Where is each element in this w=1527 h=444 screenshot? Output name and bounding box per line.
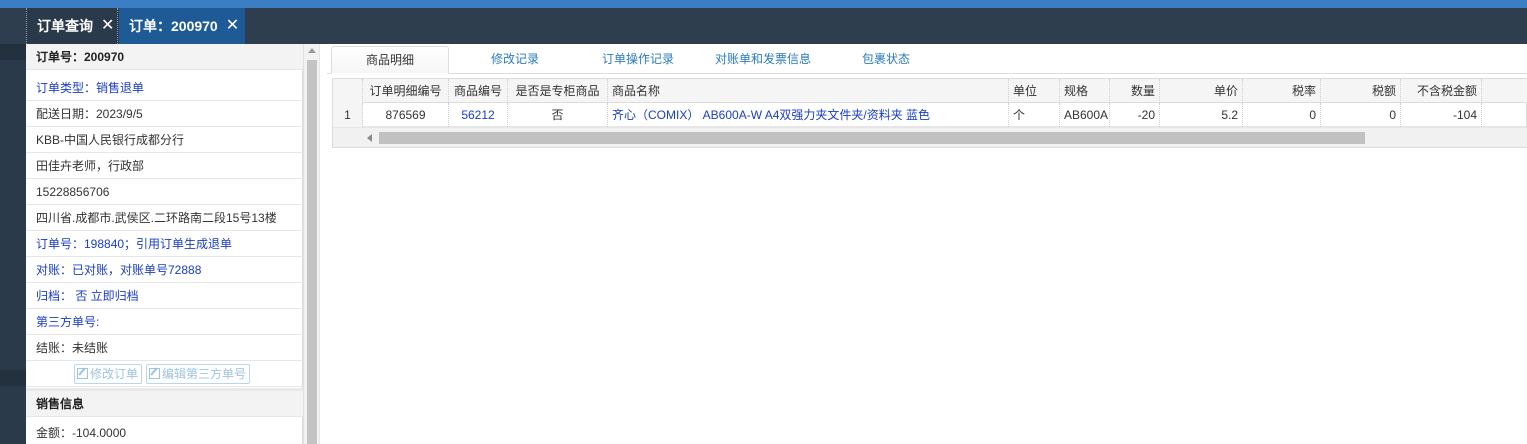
tab-change-log[interactable]: 修改记录	[457, 46, 573, 74]
column-header-quantity[interactable]: 数量	[1110, 79, 1160, 103]
horizontal-scrollbar[interactable]	[333, 127, 1527, 147]
archive-status[interactable]: 归档： 否 立即归档	[26, 283, 303, 309]
column-header-unit-price[interactable]: 单价	[1160, 79, 1243, 103]
order-number-header: 订单号：200970	[26, 44, 303, 70]
cell-quantity: -20	[1110, 103, 1160, 127]
table-row[interactable]: 1 876569 56212 否 齐心（COMIX） AB600A-W A4双强…	[333, 103, 1527, 127]
contact-phone: 15228856706	[26, 179, 303, 205]
horizontal-scrollbar-thumb[interactable]	[379, 132, 1365, 144]
page-tab-bar: 订单查询 ✕ 订单：200970 ✕	[0, 8, 1527, 44]
grid-header-row: 订单明细编号 商品编号 是否是专柜商品 商品名称 单位 规格 数量 单价 税率 …	[333, 79, 1527, 103]
tab-order-query-label: 订单查询	[37, 18, 93, 34]
cell-detail-no: 876569	[363, 103, 449, 127]
cell-product-no-link[interactable]: 56212	[449, 103, 508, 127]
cell-amount-ex-tax: -104	[1401, 103, 1482, 127]
cell-unit-price: 5.2	[1160, 103, 1243, 127]
scroll-left-arrow-icon[interactable]	[367, 134, 372, 142]
column-header-detail-no[interactable]: 订单明细编号	[363, 79, 449, 103]
order-info-panel: 订单号：200970 订单类型：销售退单 配送日期：2023/9/5 KBB-中…	[26, 44, 303, 444]
top-accent-bar	[0, 0, 1527, 8]
column-header-spec[interactable]: 规格	[1060, 79, 1110, 103]
cell-counter-product: 否	[508, 103, 608, 127]
sales-amount: 金额：-104.0000	[26, 420, 303, 444]
tab-order-query[interactable]: 订单查询 ✕	[26, 8, 118, 44]
edit-icon	[77, 368, 88, 379]
column-header-tax-amount[interactable]: 税额	[1321, 79, 1401, 103]
close-icon[interactable]: ✕	[101, 18, 114, 34]
cell-spec: AB600A	[1060, 103, 1110, 127]
column-header-unit[interactable]: 单位	[1009, 79, 1060, 103]
tab-package-status[interactable]: 包裹状态	[835, 46, 937, 74]
reconcile-status[interactable]: 对账：已对账，对账单号72888	[26, 257, 303, 283]
settlement-status: 结账：未结账	[26, 335, 303, 361]
left-nav-strip	[0, 44, 26, 444]
reference-order[interactable]: 订单号：198840；引用订单生成退单	[26, 231, 303, 257]
cell-product-name-link[interactable]: 齐心（COMIX） AB600A-W A4双强力夹文件夹/资料夹 蓝色	[608, 103, 1009, 127]
panel-gap	[319, 44, 327, 444]
nav-band	[0, 370, 26, 386]
edit-order-label: 修改订单	[90, 366, 139, 381]
column-header-tax-rate[interactable]: 税率	[1243, 79, 1321, 103]
column-header-rownum	[333, 79, 363, 103]
tab-statement-invoice[interactable]: 对账单和发票信息	[699, 46, 827, 74]
column-header-product-no[interactable]: 商品编号	[449, 79, 508, 103]
column-header-amount-ex-tax[interactable]: 不含税金额	[1401, 79, 1482, 103]
delivery-address: 四川省.成都市.武侯区.二环路南二段15号13楼	[26, 205, 303, 231]
cell-tax-amount: 0	[1321, 103, 1401, 127]
action-buttons-row: 修改订单 编辑第三方单号	[26, 361, 303, 387]
product-grid: 订单明细编号 商品编号 是否是专柜商品 商品名称 单位 规格 数量 单价 税率 …	[332, 78, 1527, 148]
close-icon[interactable]: ✕	[226, 18, 239, 34]
column-header-product-name[interactable]: 商品名称	[608, 79, 1009, 103]
order-type: 订单类型：销售退单	[26, 75, 303, 101]
delivery-date: 配送日期：2023/9/5	[26, 101, 303, 127]
sales-info-header: 销售信息	[26, 391, 303, 417]
scroll-up-arrow-icon[interactable]	[308, 48, 316, 53]
column-header-counter-product[interactable]: 是否是专柜商品	[508, 79, 608, 103]
edit-order-button[interactable]: 修改订单	[74, 363, 143, 384]
edit-icon	[149, 368, 161, 379]
edit-third-party-label: 编辑第三方单号	[162, 366, 247, 381]
detail-panel: 商品明细 修改记录 订单操作记录 对账单和发票信息 包裹状态 订单明细编号 商品…	[327, 44, 1527, 444]
cell-tax-rate: 0	[1243, 103, 1321, 127]
nav-band	[0, 44, 26, 60]
panel-scrollbar[interactable]	[303, 44, 319, 444]
customer-name: KBB-中国人民银行成都分行	[26, 127, 303, 153]
tab-order-detail[interactable]: 订单：200970 ✕	[119, 8, 245, 44]
cell-unit: 个	[1009, 103, 1060, 127]
tab-operation-log[interactable]: 订单操作记录	[581, 46, 695, 74]
tab-product-detail[interactable]: 商品明细	[331, 46, 449, 74]
edit-third-party-button[interactable]: 编辑第三方单号	[146, 363, 251, 384]
third-party-number: 第三方单号:	[26, 309, 303, 335]
contact-person: 田佳卉老师，行政部	[26, 153, 303, 179]
row-number: 1	[333, 103, 363, 127]
tab-order-detail-label: 订单：200970	[129, 18, 218, 34]
scrollbar-thumb[interactable]	[307, 60, 317, 444]
detail-tabs: 商品明细 修改记录 订单操作记录 对账单和发票信息 包裹状态	[327, 44, 1527, 74]
